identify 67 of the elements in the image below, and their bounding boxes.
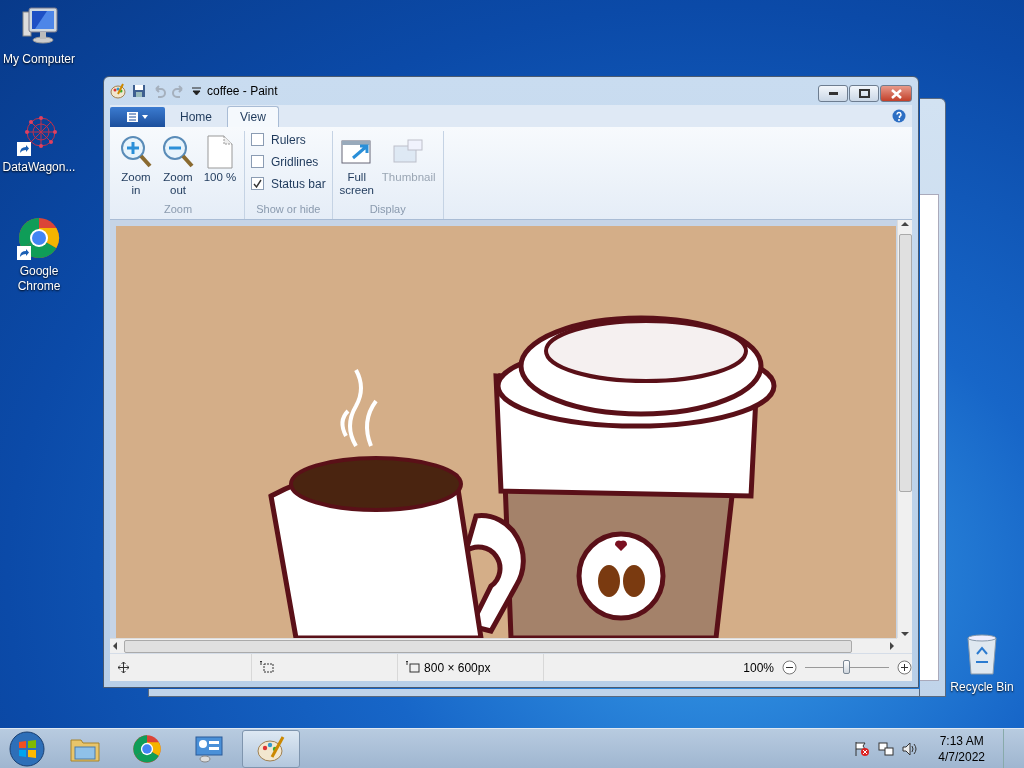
ribbon-tab[interactable]: View [227, 105, 279, 127]
desktop-icon-label[interactable]: DataWagon... [2, 158, 76, 175]
ribbon-group-label: Zoom [162, 203, 194, 218]
minimize-icon [828, 91, 838, 96]
zoom-in-button-icon[interactable] [897, 660, 912, 676]
checkbox[interactable] [251, 133, 264, 147]
close-icon [890, 88, 902, 99]
ribbon-group-label: Display [368, 203, 407, 218]
paint-palette-icon[interactable] [110, 82, 126, 99]
maximize-icon [858, 89, 870, 98]
selection-size-icon [259, 661, 274, 675]
checkbox[interactable] [251, 155, 264, 169]
paint-palette-icon [256, 734, 286, 763]
actual-size-button[interactable]: 100 % [202, 130, 238, 204]
zoom-slider-thumb[interactable] [843, 659, 850, 674]
save-icon[interactable] [132, 83, 146, 98]
maximize-button[interactable] [849, 85, 879, 102]
desktop-icon-label[interactable]: My Computer [3, 50, 75, 67]
clock[interactable]: 7:13 AM 4/7/2022 [938, 732, 985, 765]
image-size-text: 800 × 600px [424, 660, 491, 675]
move-cursor-icon [118, 662, 129, 674]
dropdown-arrow-icon[interactable] [192, 86, 201, 95]
ribbon-tab[interactable]: Home [167, 105, 225, 127]
zoom-percentage: 100% [743, 660, 774, 675]
horizontal-scrollbar-thumb[interactable] [124, 639, 852, 653]
speaker-icon[interactable] [902, 740, 919, 757]
control-panel-icon [194, 734, 224, 763]
scroll-down-arrow-icon[interactable] [901, 630, 909, 639]
vertical-scrollbar-thumb[interactable] [898, 234, 912, 493]
zoom-out-icon [162, 134, 194, 169]
taskbar-button[interactable] [242, 729, 300, 768]
flag-icon[interactable] [854, 740, 871, 757]
clock-date: 4/7/2022 [938, 748, 985, 765]
background-window-edge[interactable] [920, 98, 946, 697]
close-button[interactable] [880, 85, 912, 102]
full-screen-icon [340, 137, 373, 166]
menu-icon [126, 111, 149, 122]
desktop-icon-label[interactable]: Google Chrome [1, 262, 77, 294]
recycle-bin-icon [964, 632, 1000, 676]
image-size-icon [406, 661, 421, 675]
checkbox-option[interactable]: Rulers [251, 132, 326, 147]
chrome-logo-icon [132, 733, 162, 764]
zoom-in-icon [120, 134, 152, 169]
checkbox-option[interactable]: Gridlines [251, 154, 326, 169]
checkbox-option[interactable]: Status bar [251, 176, 326, 191]
application-menu-button[interactable] [110, 106, 165, 127]
full-screen-button[interactable]: Full screen [338, 130, 375, 204]
background-window-edge[interactable] [148, 689, 920, 697]
help-icon[interactable] [892, 108, 906, 123]
shortcut-arrow-icon [17, 246, 31, 260]
network-icon[interactable] [878, 740, 895, 757]
clock-time: 7:13 AM [939, 732, 984, 749]
desktop-icon-label[interactable]: Recycle Bin [950, 678, 1014, 695]
zoom-slider[interactable] [805, 658, 889, 677]
zoom-out-button-icon[interactable] [782, 660, 797, 676]
ribbon-group-label: Show or hide [255, 203, 322, 218]
zoom-out-button[interactable]: Zoom out [160, 130, 196, 204]
zoom-in-button[interactable]: Zoom in [118, 130, 154, 204]
scroll-up-arrow-icon[interactable] [901, 220, 909, 229]
scroll-right-arrow-icon[interactable] [887, 642, 897, 651]
shortcut-arrow-icon [17, 142, 31, 156]
checkbox[interactable] [251, 177, 264, 191]
image-canvas[interactable] [116, 226, 896, 639]
minimize-button[interactable] [818, 85, 848, 102]
thumbnail-icon [392, 137, 425, 166]
window-title: coffee - Paint [207, 83, 279, 98]
page-icon [206, 134, 234, 169]
